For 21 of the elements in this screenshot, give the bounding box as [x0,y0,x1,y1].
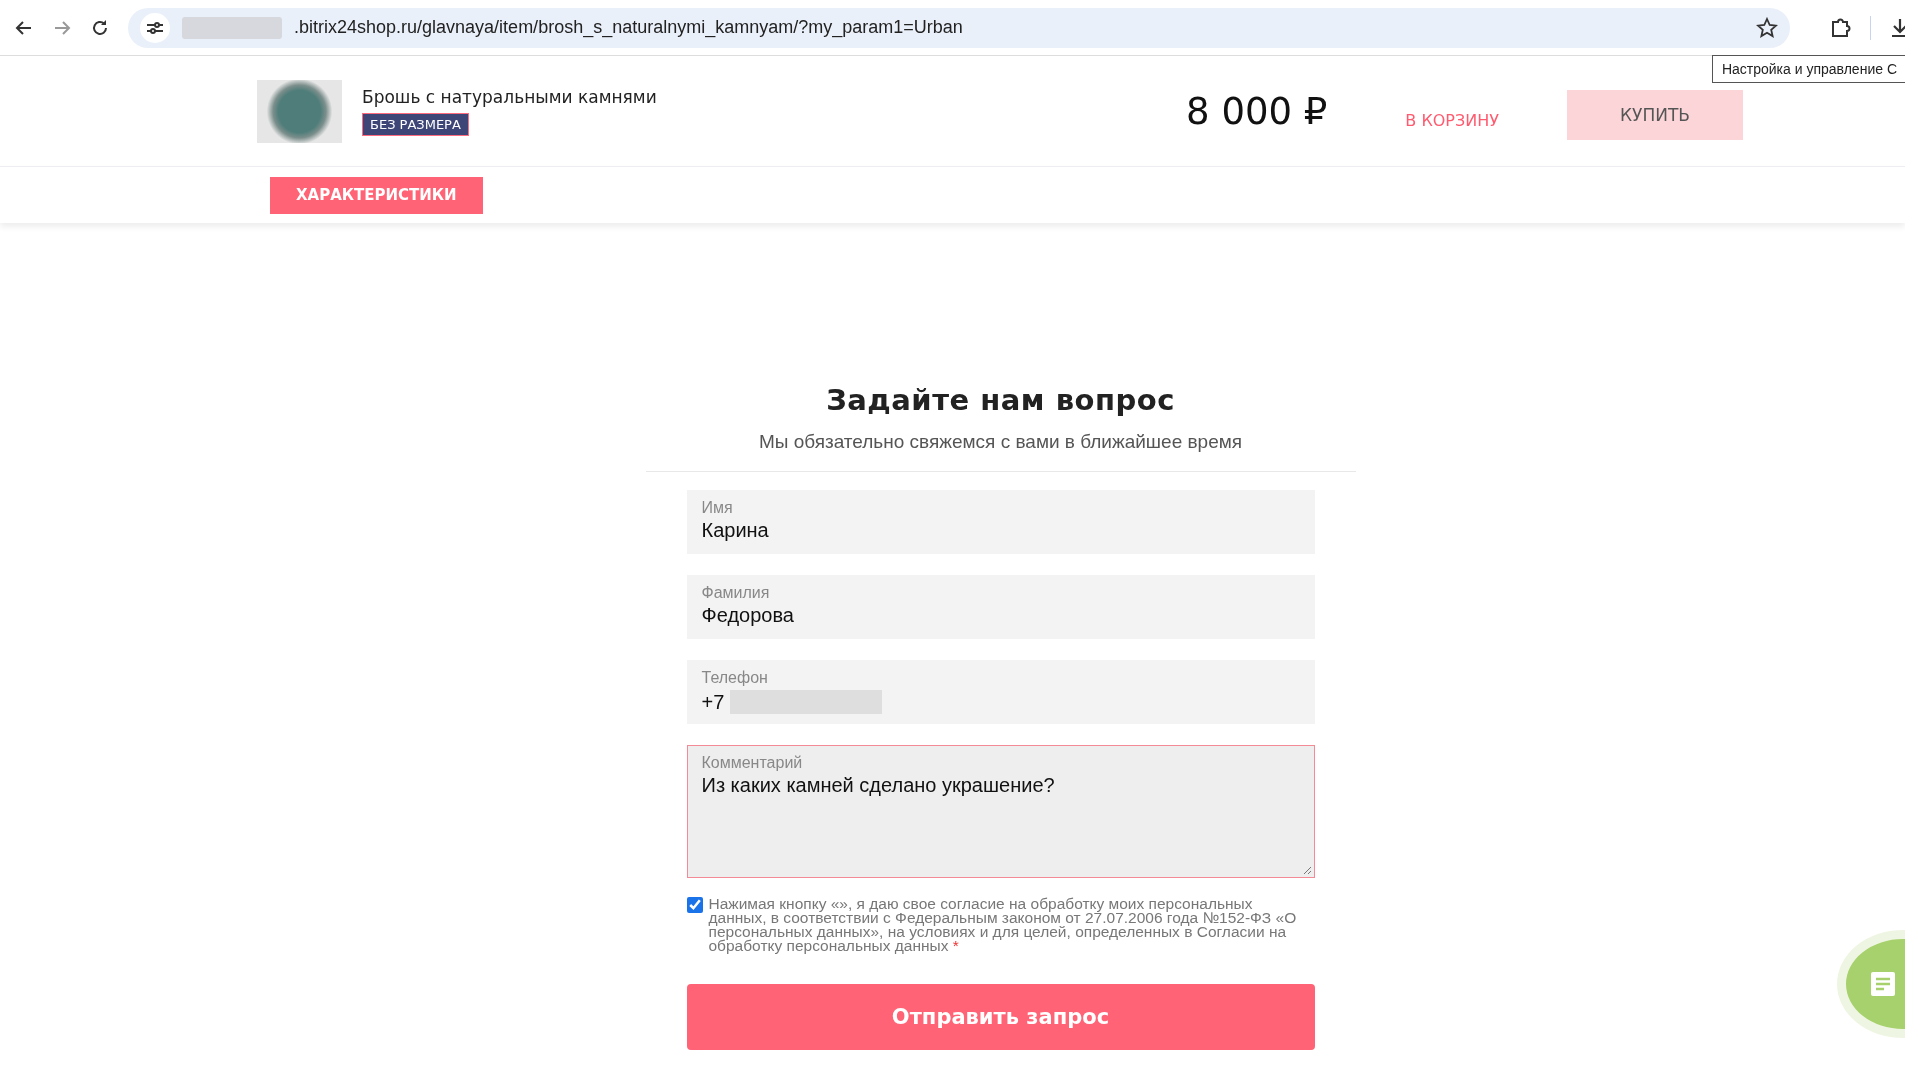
chat-icon [1870,971,1896,997]
comment-field[interactable]: Комментарий Из каких камней сделано украшение? [686,745,1315,878]
consent-checkbox[interactable] [686,897,703,913]
form-subtitle: Мы обязательно свяжемся с вами в ближайшее время [757,431,1244,453]
address-bar[interactable]: .bitrix24shop.ru/glavnaya/item/brosh_s_naturalnymi_kamnyam/?my_param1=Urban [128,7,1790,48]
price: 8 000 ₽ [1186,89,1328,133]
product-title: Брошь с натуральными камнями [362,86,657,107]
star-icon[interactable] [1756,16,1778,39]
text-field[interactable]: Имя Карина [686,490,1315,554]
text-field[interactable]: Фамилия Федорова [686,575,1315,639]
form-title: Задайте нам вопрос [825,383,1176,417]
phone-field[interactable]: Телефон +7 [686,660,1315,724]
puzzle-icon[interactable] [1830,16,1852,39]
buy-button[interactable]: КУПИТЬ [1567,90,1743,140]
download-icon[interactable] [1889,16,1905,39]
tooltip: Настройка и управление С [1711,55,1905,83]
url-text: .bitrix24shop.ru/glavnaya/item/brosh_s_naturalnymi_kamnyam/?my_param1=Urban [294,17,964,38]
resize-handle-icon[interactable] [1301,865,1312,875]
size-badge: БЕЗ РАЗМЕРА [362,112,469,136]
consent-text: Нажимая кнопку «», я даю свое согласие на обработку моих персональных данных, в соответствии с Федеральным законом от 27.07.2006 года №152-ФЗ «О персональных данных», на условиях и для целей, определенных в Согласии на обработку персональных данных * [708,897,1298,953]
site-settings-icon[interactable] [140,12,170,43]
